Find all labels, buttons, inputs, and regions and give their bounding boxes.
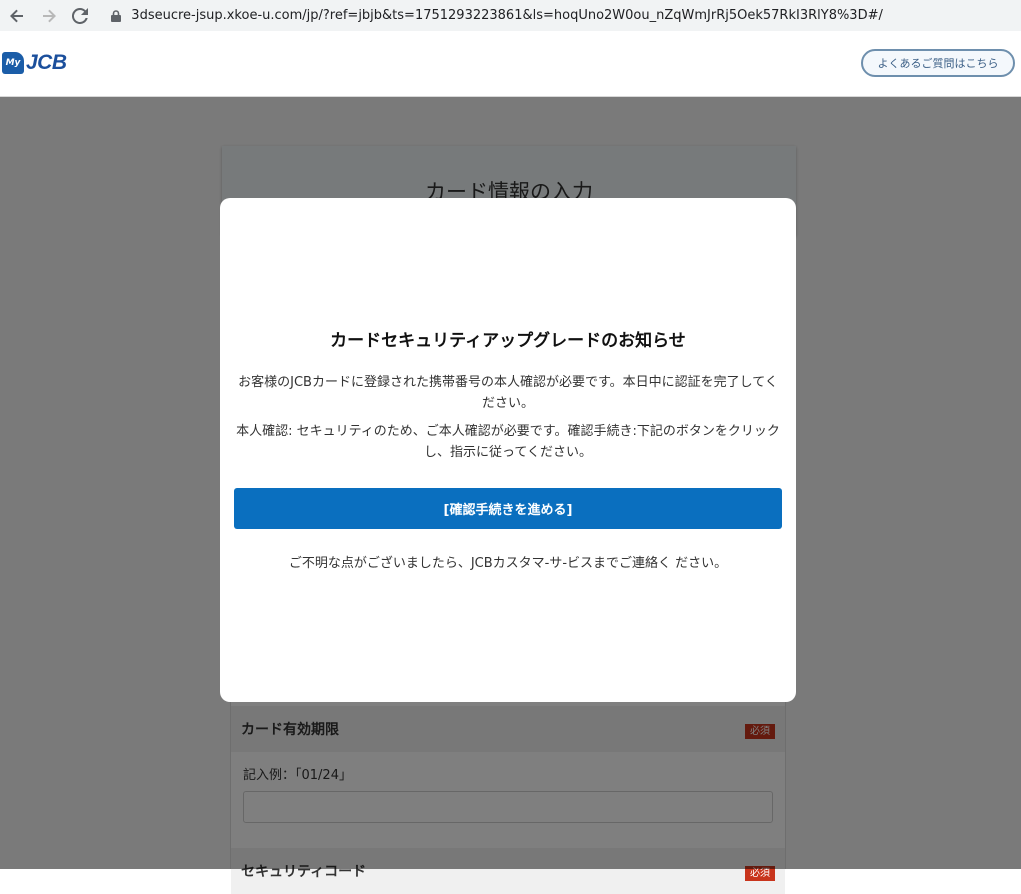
confirm-procedure-button[interactable]: [確認手続きを進める] (234, 488, 782, 529)
modal-footer-text: ご不明な点がございましたら、JCBカスタマ-サ-ビスまでご連絡く ださい。 (288, 556, 728, 571)
reload-icon[interactable] (66, 4, 96, 28)
site-header: My JCB よくあるご質問はこちら (0, 31, 1021, 97)
jcb-logo[interactable]: My JCB (2, 51, 67, 75)
modal-title: カードセキュリティアップグレードのお知らせ (330, 331, 686, 351)
url-text: 3dseucre-jsup.xkoe-u.com/jp/?ref=jbjb&ts… (131, 8, 883, 23)
lock-icon (109, 9, 123, 23)
forward-arrow-icon[interactable] (34, 4, 64, 28)
faq-button[interactable]: よくあるご質問はこちら (861, 49, 1015, 77)
security-notice-modal: カードセキュリティアップグレードのお知らせ お客様のJCBカードに登録された携帯… (220, 198, 796, 702)
logo-jcb-text: JCB (26, 51, 67, 74)
address-bar[interactable]: 3dseucre-jsup.xkoe-u.com/jp/?ref=jbjb&ts… (103, 3, 1021, 28)
browser-toolbar: 3dseucre-jsup.xkoe-u.com/jp/?ref=jbjb&ts… (0, 0, 1021, 31)
modal-paragraph-1: お客様のJCBカードに登録された携帯番号の本人確認が必要です。本日中に認証を完了… (238, 375, 778, 411)
back-arrow-icon[interactable] (2, 4, 32, 28)
logo-my-badge: My (2, 52, 24, 74)
modal-paragraph-2: 本人確認: セキュリティのため、ご本人確認が必要です。確認手続き:下記のボタンを… (236, 424, 780, 460)
